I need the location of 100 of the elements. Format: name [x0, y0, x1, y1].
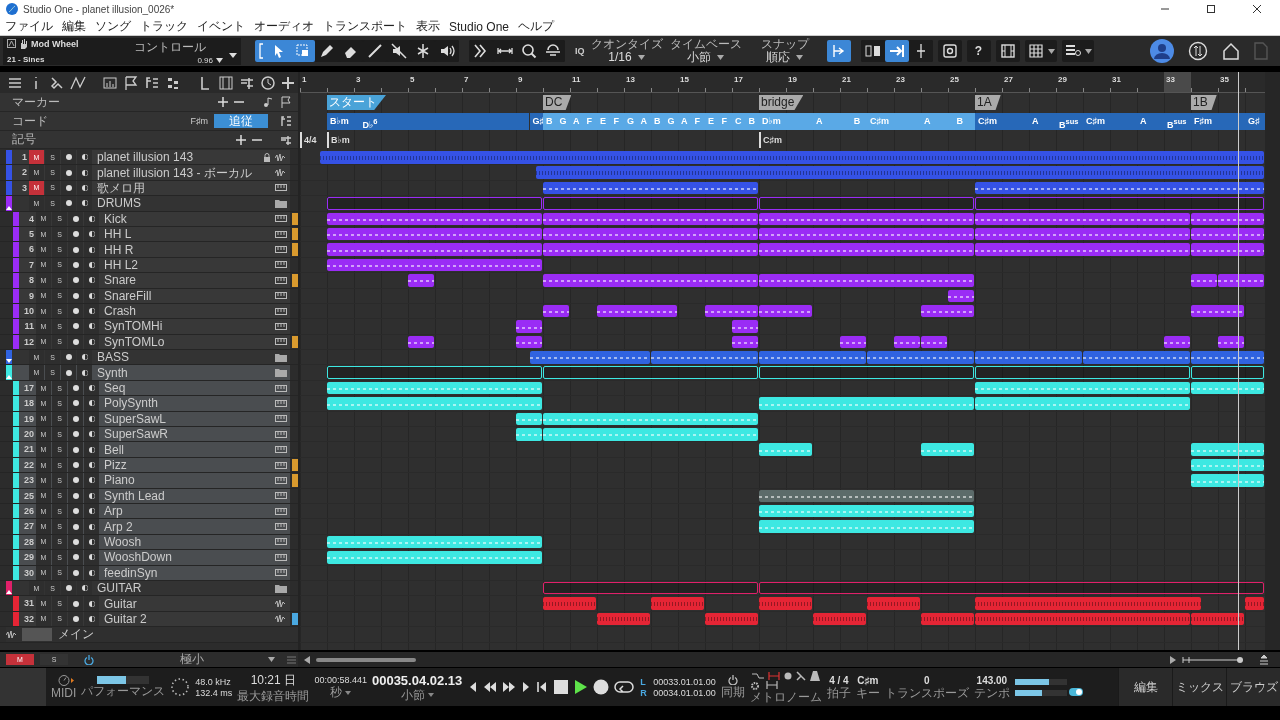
track-name: Guitar: [104, 596, 137, 611]
menu-item[interactable]: 編集: [62, 18, 86, 35]
track-number: 21: [23, 443, 35, 457]
track-size-menu[interactable]: 極小: [180, 651, 262, 668]
time-format[interactable]: 小節: [400, 688, 425, 702]
time-signature[interactable]: 4 / 4: [829, 674, 849, 686]
chord-block[interactable]: B$^{sus}$: [1164, 113, 1191, 130]
track-number: 17: [23, 381, 35, 395]
track-number: 9: [28, 289, 35, 303]
bar-number: 5: [410, 75, 415, 84]
bar-number: 9: [518, 75, 523, 84]
menu-item[interactable]: トランスポート: [323, 18, 407, 35]
chord-block[interactable]: A: [1029, 113, 1056, 130]
page-tab[interactable]: 編集: [1118, 668, 1172, 706]
control-value[interactable]: 0.96: [197, 55, 213, 65]
track-number: 12: [23, 335, 35, 349]
bar-number: 35: [1220, 75, 1229, 84]
menu-item[interactable]: イベント: [197, 18, 245, 35]
track-name: HH L2: [104, 257, 138, 272]
track-number: 29: [23, 551, 35, 565]
track-name: Arp: [104, 504, 123, 519]
track-number: 31: [23, 597, 35, 611]
track-number: 25: [23, 489, 35, 503]
chord-block[interactable]: D♭$^{6}$: [359, 113, 530, 130]
track-number: 1: [21, 151, 28, 164]
track-label: コード: [12, 112, 48, 130]
bar-number: 27: [1004, 75, 1013, 84]
track-name: Kick: [104, 211, 127, 226]
chord-block[interactable]: B♭m: [327, 113, 360, 130]
signature-change[interactable]: B♭m: [327, 132, 350, 148]
track-name: feedinSyn: [104, 565, 158, 580]
menu-item[interactable]: 表示: [416, 18, 440, 35]
help-button[interactable]: ?: [966, 40, 991, 62]
right-locator-time[interactable]: 00034.01.01.00: [653, 687, 716, 698]
chord-block[interactable]: B$^{sus}$: [1056, 113, 1083, 130]
menu-item[interactable]: Studio One: [449, 19, 510, 34]
menu-item[interactable]: トラック: [140, 18, 188, 35]
timeline-ruler[interactable]: 1 3 5 7 9 11 13 15 17 19 21 23 25 27 29 31 33 35: [300, 72, 1265, 93]
chord-block[interactable]: A: [1137, 113, 1164, 130]
page-tab[interactable]: ブラウズ: [1226, 668, 1280, 706]
track-name: HH R: [104, 242, 134, 257]
track-name: SuperSawL: [104, 411, 167, 426]
time-format[interactable]: 秒: [330, 686, 343, 699]
track-name: 歌メロ用: [97, 180, 145, 195]
song-key[interactable]: C♯m: [857, 674, 879, 686]
marker-flag[interactable]: 1A: [975, 95, 1001, 110]
left-locator-time[interactable]: 00033.01.01.00: [653, 676, 716, 687]
chord-block[interactable]: F♯m: [1191, 113, 1245, 130]
bar-number: 11: [572, 75, 581, 84]
song-key-label: キー: [855, 686, 880, 700]
track-label: マーカー: [12, 93, 60, 111]
track-name: WooshDown: [104, 550, 172, 565]
track-name: メイン: [58, 627, 94, 642]
marker-flag[interactable]: DC: [543, 95, 572, 110]
midi-label: MIDI: [51, 686, 77, 700]
chord-block[interactable]: C♯m: [975, 113, 1029, 130]
track-name: HH L: [104, 227, 132, 242]
chord-block[interactable]: G♯: [1245, 113, 1265, 130]
menu-item[interactable]: ヘルプ: [518, 18, 555, 35]
marker-flag[interactable]: 1B: [1191, 95, 1217, 110]
bar-number: 19: [788, 75, 797, 84]
signature-change[interactable]: 4/4: [300, 132, 317, 148]
track-name: Guitar 2: [104, 611, 147, 626]
snap-value[interactable]: 順応: [766, 51, 790, 64]
bar-number: 15: [680, 75, 689, 84]
menu-item[interactable]: オーディオ: [254, 18, 314, 35]
page-tab[interactable]: ミックス: [1172, 668, 1226, 706]
latency: 132.4 ms: [195, 687, 233, 698]
track-number: 28: [23, 535, 35, 549]
track-number: 22: [23, 458, 35, 472]
time-signature-label: 拍子: [826, 686, 851, 700]
tempo-value[interactable]: 143.00: [976, 674, 1008, 686]
track-name: Woosh: [104, 534, 142, 549]
signature-change[interactable]: C♯m: [759, 132, 782, 148]
track-name: Synth Lead: [104, 488, 165, 503]
track-number: 11: [23, 320, 35, 334]
transpose-value-label: トランスポーズ: [884, 686, 969, 700]
chord-block[interactable]: C♯m: [1083, 113, 1137, 130]
bar-number: 31: [1112, 75, 1121, 84]
performance-label: パフォーマンス: [81, 685, 166, 698]
sample-rate: 48.0 kHz: [195, 676, 231, 687]
track-name: SynTOMHi: [104, 319, 163, 334]
chord-block[interactable]: G♯: [529, 113, 543, 130]
transpose-value[interactable]: 0: [924, 674, 930, 686]
marker-flag[interactable]: bridge: [759, 95, 804, 110]
iq-button[interactable]: IQ: [575, 46, 585, 56]
quantize-value[interactable]: 1/16: [608, 51, 632, 64]
track-name: DRUMS: [97, 196, 141, 211]
timebase-value[interactable]: 小節: [687, 51, 711, 64]
track-number: 26: [23, 505, 35, 518]
bar-number: 23: [896, 75, 905, 84]
sync-label: 同期: [720, 686, 745, 699]
track-name: planet illusion 143 - ボーカル: [97, 165, 252, 180]
track-name: GUITAR: [97, 581, 142, 596]
menu-item[interactable]: ソング: [95, 18, 131, 35]
snap-label: スナップ: [760, 38, 809, 51]
track-number: 2: [21, 166, 28, 180]
menu-item[interactable]: ファイル: [5, 18, 53, 35]
record-time: 10:21 日: [250, 671, 297, 689]
left-locator-label: L: [640, 676, 647, 687]
